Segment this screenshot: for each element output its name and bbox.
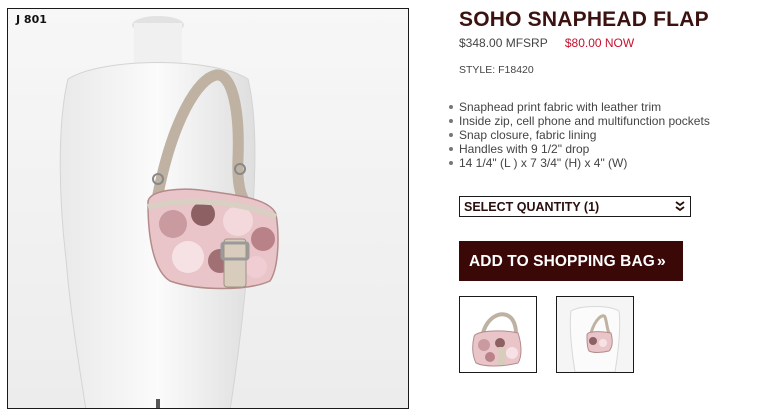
price-row: $348.00 MFSRP $80.00 NOW (459, 36, 634, 50)
mannequin-thumbnail-image (557, 297, 633, 372)
add-to-shopping-bag-button[interactable]: ADD TO SHOPPING BAG» (459, 241, 683, 281)
sale-price: $80.00 NOW (564, 36, 635, 50)
add-to-bag-text: ADD TO SHOPPING BAG (469, 253, 655, 270)
feature-item: Snap closure, fabric lining (447, 128, 747, 142)
style-number: STYLE: F18420 (459, 64, 534, 76)
feature-item: Inside zip, cell phone and multifunction… (447, 114, 747, 128)
feature-item: 14 1/4" (L ) x 7 3/4" (H) x 4" (W) (447, 156, 747, 170)
bag-thumbnail-image (460, 297, 536, 372)
thumbnail-bag-on-mannequin[interactable] (556, 296, 634, 373)
quantity-select-value: SELECT QUANTITY (1) (464, 200, 600, 214)
item-code: J 801 (16, 13, 47, 26)
original-price: $348.00 MFSRP (459, 36, 548, 50)
add-to-shopping-bag-label: ADD TO SHOPPING BAG» (469, 253, 666, 271)
double-chevron-down-icon (675, 201, 685, 212)
double-arrow-right-icon: » (656, 253, 666, 270)
quantity-select[interactable]: SELECT QUANTITY (1) (459, 196, 691, 217)
mannequin-with-bag-illustration (8, 9, 408, 408)
feature-item: Handles with 9 1/2" drop (447, 142, 747, 156)
feature-item: Snaphead print fabric with leather trim (447, 100, 747, 114)
thumbnail-bag-front[interactable] (459, 296, 537, 373)
main-product-image: J 801 (7, 8, 409, 409)
product-title: SOHO SNAPHEAD FLAP (459, 8, 709, 31)
feature-list: Snaphead print fabric with leather trim … (447, 100, 747, 170)
